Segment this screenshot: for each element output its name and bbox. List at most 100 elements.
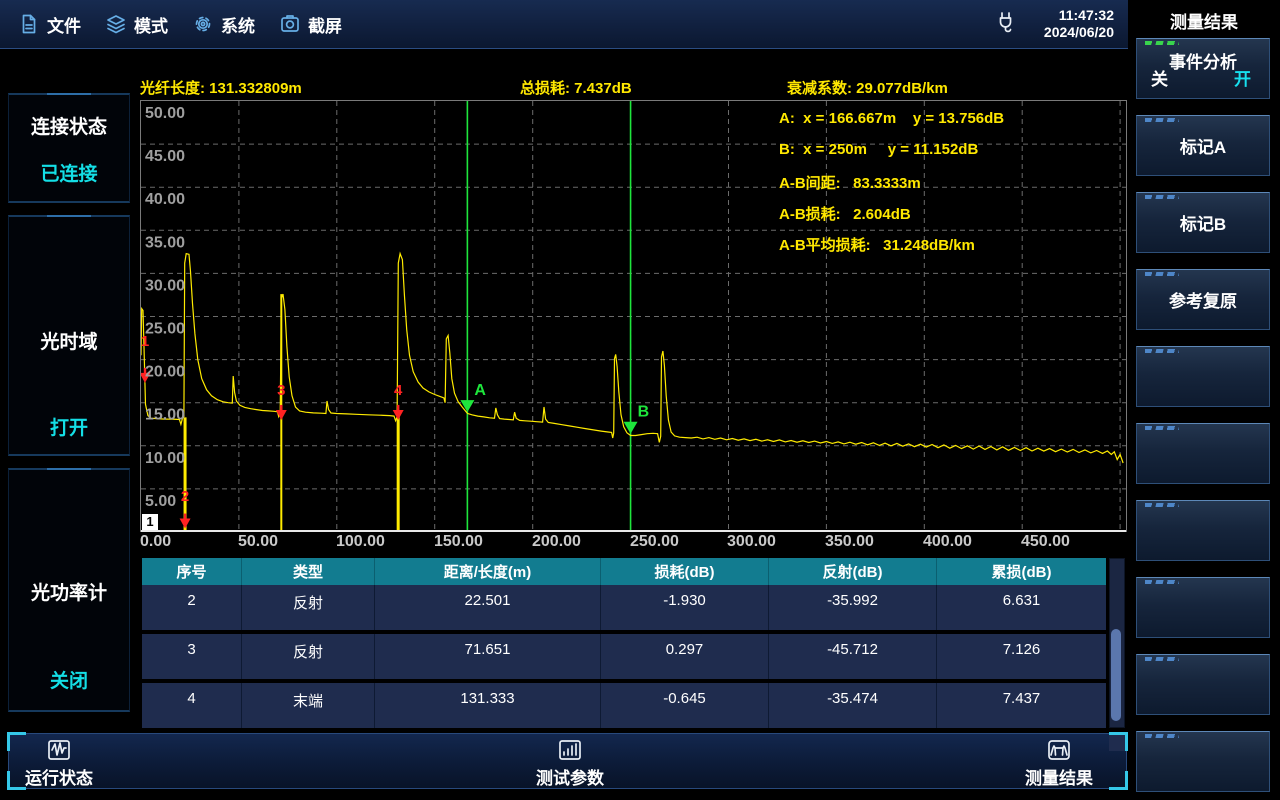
event-arrow	[276, 410, 287, 420]
layers-icon	[105, 13, 127, 35]
x-tick-label: 50.00	[238, 533, 278, 551]
connection-status-title: 连接状态	[9, 112, 129, 139]
cursor-label-a: A	[474, 382, 486, 399]
corner-bracket	[1109, 732, 1128, 751]
softkey-empty-1[interactable]	[1136, 346, 1270, 407]
x-tick-label: 350.00	[825, 533, 874, 551]
menu-mode-label: 模式	[134, 12, 168, 37]
cursor-marker-b	[624, 422, 638, 434]
otdr-trace	[141, 254, 1123, 463]
date-text: 2024/06/20	[1044, 24, 1114, 41]
event-number: 4	[394, 382, 403, 399]
menu-system[interactable]: 系统	[192, 12, 255, 37]
table-scrollbar[interactable]	[1109, 558, 1125, 728]
table-row[interactable]: 3 反射 71.651 0.297 -45.712 7.126	[142, 634, 1106, 679]
event-analysis-off-label[interactable]: 关	[1151, 65, 1168, 90]
softkey-empty-5[interactable]	[1136, 654, 1270, 715]
col-type: 类型	[242, 558, 375, 585]
otdr-panel[interactable]: 光时域 打开	[8, 215, 130, 456]
corner-bracket	[1109, 771, 1128, 790]
marker-a-label: 标记A	[1137, 116, 1269, 175]
softkey-marker-b[interactable]: 标记B	[1136, 192, 1270, 253]
plug-icon	[994, 9, 1018, 40]
time-text: 11:47:32	[1044, 7, 1114, 24]
y-tick-label: 15.00	[145, 407, 185, 424]
tab-measurement-results[interactable]: 测量结果	[1025, 737, 1093, 789]
menu-file[interactable]: 文件	[18, 12, 81, 37]
softkey-empty-3[interactable]	[1136, 500, 1270, 561]
bar-chart-icon	[557, 737, 583, 763]
softkey-empty-2[interactable]	[1136, 423, 1270, 484]
softkey-marker-a[interactable]: 标记A	[1136, 115, 1270, 176]
total-loss-stat: 总损耗: 7.437dB	[520, 77, 632, 98]
y-tick-label: 30.00	[145, 277, 185, 294]
cursor-a-readout: A: x = 166.667m y = 13.756dB	[779, 110, 1004, 127]
softkey-empty-4[interactable]	[1136, 577, 1270, 638]
col-reflection: 反射(dB)	[769, 558, 937, 585]
tab-run-status[interactable]: 运行状态	[25, 737, 93, 789]
tab-test-parameters[interactable]: 测试参数	[536, 737, 604, 789]
otdr-trace-plot: AB123450.0045.0040.0035.0030.0025.0020.0…	[141, 101, 1126, 532]
table-row[interactable]: 4 末端 131.333 -0.645 -35.474 7.437	[142, 683, 1106, 728]
softkey-reference-restore[interactable]: 参考复原	[1136, 269, 1270, 330]
x-tick-label: 100.00	[336, 533, 385, 551]
ab-loss-readout: A-B损耗: 2.604dB	[779, 203, 911, 224]
menu-file-label: 文件	[47, 12, 81, 37]
event-table-header: 序号 类型 距离/长度(m) 损耗(dB) 反射(dB) 累损(dB)	[142, 558, 1106, 585]
y-tick-label: 40.00	[145, 191, 185, 208]
event-number: 3	[277, 382, 285, 399]
otdr-chart[interactable]: AB123450.0045.0040.0035.0030.0025.0020.0…	[140, 100, 1127, 532]
y-tick-label: 25.00	[145, 321, 185, 338]
gear-icon	[192, 13, 214, 35]
trace-index-badge: 1	[142, 514, 158, 530]
connection-status-value: 已连接	[9, 159, 129, 186]
cursor-marker-a	[460, 400, 474, 412]
y-tick-label: 20.00	[145, 364, 185, 381]
otdr-title: 光时域	[9, 327, 129, 354]
event-number: 2	[181, 488, 189, 505]
col-cumulative: 累损(dB)	[937, 558, 1106, 585]
x-tick-label: 400.00	[923, 533, 972, 551]
event-arrow-stem	[184, 514, 186, 520]
chart-summary-bar: 光纤长度: 131.332809m 总损耗: 7.437dB 衰减系数: 29.…	[135, 74, 1130, 100]
col-loss: 损耗(dB)	[601, 558, 769, 585]
x-tick-label: 300.00	[727, 533, 776, 551]
cursor-b-readout: B: x = 250m y = 11.152dB	[779, 141, 978, 158]
connection-status-panel: 连接状态 已连接	[8, 93, 130, 203]
y-tick-label: 50.00	[145, 105, 185, 122]
trace-icon	[1046, 737, 1072, 763]
waveform-icon	[46, 737, 72, 763]
right-panel-title: 测量结果	[1128, 8, 1280, 33]
fiber-length-stat: 光纤长度: 131.332809m	[140, 77, 302, 98]
menu-system-label: 系统	[221, 12, 255, 37]
otdr-status-value: 打开	[9, 413, 129, 440]
event-table: 序号 类型 距离/长度(m) 损耗(dB) 反射(dB) 累损(dB) 2 反射…	[142, 558, 1106, 732]
x-tick-label: 0.00	[140, 533, 171, 551]
power-meter-title: 光功率计	[9, 578, 129, 605]
menu-screenshot[interactable]: 截屏	[279, 12, 342, 37]
ab-avg-loss-readout: A-B平均损耗: 31.248dB/km	[779, 234, 975, 255]
power-meter-panel[interactable]: 光功率计 关闭	[8, 468, 130, 712]
menu-screenshot-label: 截屏	[308, 12, 342, 37]
x-tick-label: 150.00	[434, 533, 483, 551]
softkey-event-analysis-toggle[interactable]: 事件分析 关 开	[1136, 38, 1270, 99]
table-row[interactable]: 2 反射 22.501 -1.930 -35.992 6.631	[142, 585, 1106, 630]
reference-restore-label: 参考复原	[1137, 270, 1269, 329]
x-axis-labels: 0.0050.00100.00150.00200.00250.00300.003…	[140, 533, 1130, 555]
softkey-empty-6[interactable]	[1136, 731, 1270, 792]
col-index: 序号	[142, 558, 242, 585]
menu-mode[interactable]: 模式	[105, 12, 168, 37]
event-arrow-stem	[280, 405, 282, 411]
event-analysis-on-label[interactable]: 开	[1234, 65, 1251, 90]
corner-bracket	[7, 732, 26, 751]
col-distance: 距离/长度(m)	[375, 558, 601, 585]
attenuation-stat: 衰减系数: 29.077dB/km	[787, 77, 948, 98]
x-tick-label: 450.00	[1021, 533, 1070, 551]
x-tick-label: 250.00	[630, 533, 679, 551]
power-meter-status-value: 关闭	[9, 666, 129, 693]
y-tick-label: 35.00	[145, 234, 185, 251]
ab-distance-readout: A-B间距: 83.3333m	[779, 172, 921, 193]
event-arrow-stem	[397, 405, 399, 411]
y-tick-label: 10.00	[145, 450, 185, 467]
table-scrollbar-thumb[interactable]	[1111, 629, 1121, 721]
